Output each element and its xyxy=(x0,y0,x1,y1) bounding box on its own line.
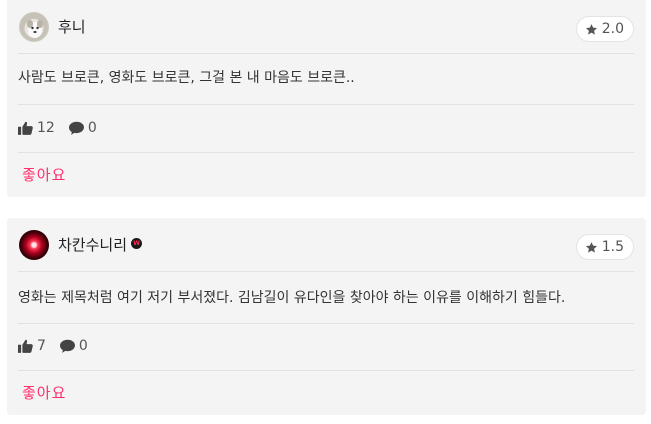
review-stats: 12 0 xyxy=(18,119,111,137)
divider xyxy=(18,271,634,272)
rating-value: 2.0 xyxy=(601,21,624,37)
review-stats: 7 0 xyxy=(18,337,102,355)
divider xyxy=(18,370,634,371)
thumbs-up-icon xyxy=(18,339,33,353)
rating-value: 1.5 xyxy=(601,239,624,255)
like-count-value: 12 xyxy=(37,120,55,136)
divider xyxy=(18,53,634,54)
dog-avatar-image xyxy=(27,20,43,38)
like-count: 7 xyxy=(18,338,46,354)
rating-badge: 2.0 xyxy=(575,16,634,42)
badge-letter: W xyxy=(133,239,140,247)
username[interactable]: 후니 xyxy=(58,16,86,37)
review-text: 사람도 브로큰, 영화도 브로큰, 그걸 본 내 마음도 브로큰.. xyxy=(18,70,355,86)
review-card: 후니 2.0 사람도 브로큰, 영화도 브로큰, 그걸 본 내 마음도 브로큰.… xyxy=(7,0,646,197)
verified-badge-icon: W xyxy=(131,238,142,249)
avatar[interactable] xyxy=(19,230,49,260)
like-button[interactable]: 좋아요 xyxy=(22,164,66,185)
avatar[interactable] xyxy=(19,12,49,42)
review-header: 차칸수니리 W 1.5 xyxy=(18,227,634,263)
comment-count-value: 0 xyxy=(87,120,97,136)
username[interactable]: 차칸수니리 xyxy=(58,234,127,255)
review-header: 후니 2.0 xyxy=(18,9,634,45)
speech-bubble-icon xyxy=(59,339,75,353)
comment-count-value: 0 xyxy=(78,338,88,354)
review-card: 차칸수니리 W 1.5 영화는 제목처럼 여기 저기 부서졌다. 김남길이 유다… xyxy=(7,218,646,415)
thumbs-up-icon xyxy=(18,121,33,135)
comment-count: 0 xyxy=(59,338,88,354)
speech-bubble-icon xyxy=(68,121,84,135)
comment-count: 0 xyxy=(68,120,97,136)
star-icon xyxy=(585,23,597,35)
divider xyxy=(18,152,634,153)
divider xyxy=(18,104,634,105)
rating-badge: 1.5 xyxy=(575,234,634,260)
divider xyxy=(18,323,634,324)
like-count: 12 xyxy=(18,120,55,136)
like-button[interactable]: 좋아요 xyxy=(22,382,66,403)
star-icon xyxy=(585,241,597,253)
review-text: 영화는 제목처럼 여기 저기 부서졌다. 김남길이 유다인을 찾아야 하는 이유… xyxy=(18,290,566,306)
like-count-value: 7 xyxy=(37,338,46,354)
